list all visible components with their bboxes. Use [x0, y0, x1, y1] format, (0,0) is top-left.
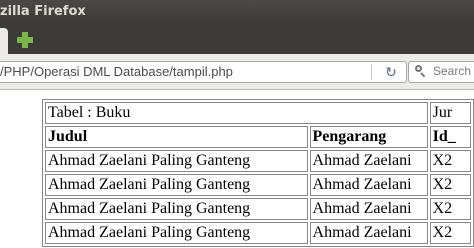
- header-id: Id_: [429, 126, 471, 148]
- cell-id: X2: [429, 150, 471, 172]
- plus-icon[interactable]: [17, 32, 33, 48]
- cell-id: X2: [429, 222, 471, 244]
- cell-pengarang: Ahmad Zaelani: [309, 174, 428, 196]
- reload-icon[interactable]: ↻: [382, 63, 400, 81]
- header-row: Judul Pengarang Id_: [45, 126, 471, 148]
- cell-pengarang: Ahmad Zaelani: [309, 150, 428, 172]
- header-judul: Judul: [45, 126, 308, 148]
- cell-pengarang: Ahmad Zaelani: [309, 198, 428, 220]
- tab-strip: [0, 24, 474, 54]
- cell-id: X2: [429, 198, 471, 220]
- table-row: Ahmad Zaelani Paling Ganteng Ahmad Zaela…: [45, 222, 471, 244]
- cell-judul: Ahmad Zaelani Paling Ganteng: [45, 198, 308, 220]
- table-row: Ahmad Zaelani Paling Ganteng Ahmad Zaela…: [45, 198, 471, 220]
- cell-judul: Ahmad Zaelani Paling Ganteng: [45, 222, 308, 244]
- buku-table: Tabel : Buku Jur Judul Pengarang Id_ Ahm…: [42, 99, 474, 247]
- active-tab[interactable]: [0, 28, 8, 54]
- cell-judul: Ahmad Zaelani Paling Ganteng: [45, 150, 308, 172]
- table-caption-right: Jur: [429, 102, 471, 124]
- caption-row: Tabel : Buku Jur: [45, 102, 471, 124]
- table-caption: Tabel : Buku: [45, 102, 428, 124]
- window-title: zilla Firefox: [0, 4, 86, 19]
- window-titlebar: zilla Firefox: [0, 0, 474, 24]
- search-icon: [415, 65, 426, 76]
- cell-id: X2: [429, 174, 471, 196]
- cell-judul: Ahmad Zaelani Paling Ganteng: [45, 174, 308, 196]
- table-row: Ahmad Zaelani Paling Ganteng Ahmad Zaela…: [45, 174, 471, 196]
- url-divider: [371, 64, 372, 80]
- table-row: Ahmad Zaelani Paling Ganteng Ahmad Zaela…: [45, 150, 471, 172]
- cell-pengarang: Ahmad Zaelani: [309, 222, 428, 244]
- header-pengarang: Pengarang: [309, 126, 428, 148]
- search-placeholder[interactable]: Search: [433, 64, 471, 78]
- url-text[interactable]: /PHP/Operasi DML Database/tampil.php: [0, 64, 233, 79]
